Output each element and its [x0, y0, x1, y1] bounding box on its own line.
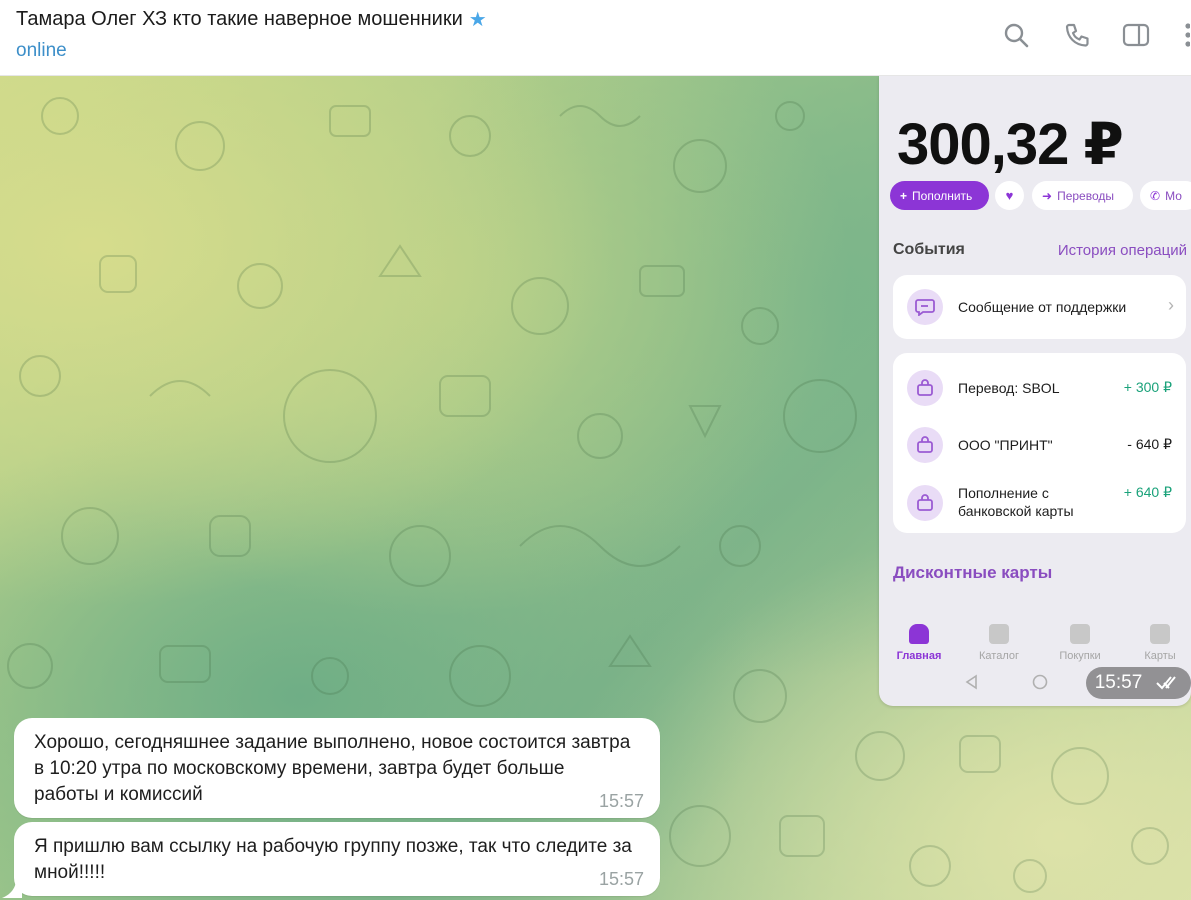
transaction-amount: + 300 ₽ — [1123, 379, 1172, 395]
message-bubble[interactable]: Хорошо, сегодняшнее задание выполнено, н… — [14, 718, 660, 818]
message-text: Хорошо, сегодняшнее задание выполнено, н… — [34, 732, 631, 805]
mobile-label: Мо — [1165, 188, 1182, 203]
bank-app-screenshot[interactable]: 300,32 ₽ + Пополнить ♥ ➜ Переводы ✆ Мо С… — [879, 76, 1191, 706]
tab-home[interactable]: Главная — [880, 624, 958, 662]
top-up-button[interactable]: + Пополнить — [890, 181, 989, 210]
bag-icon — [907, 427, 943, 463]
chevron-right-icon: › — [1168, 295, 1174, 315]
favorites-button[interactable]: ♥ — [995, 181, 1024, 210]
purchases-icon — [1070, 624, 1090, 644]
image-timestamp: 15:57 — [1086, 667, 1191, 699]
events-title: События — [893, 241, 965, 258]
tab-catalog-label: Каталог — [979, 650, 1019, 662]
tab-purchases[interactable]: Покупки — [1041, 624, 1119, 662]
support-message-label: Сообщение от поддержки — [958, 299, 1127, 315]
sidebar-toggle-icon[interactable] — [1121, 20, 1151, 50]
chat-header: Тамара Олег ХЗ кто такие наверное мошенн… — [0, 0, 1191, 76]
double-check-icon — [1156, 676, 1177, 690]
transaction-label[interactable]: Пополнение с банковской карты — [958, 484, 1108, 520]
message-time: 15:57 — [598, 791, 644, 811]
message-bubble[interactable]: Я пришлю вам ссылку на рабочую группу по… — [14, 822, 660, 896]
chat-status: online — [16, 40, 67, 61]
tab-cards-label: Карты — [1144, 650, 1176, 662]
plus-icon: + — [900, 188, 908, 203]
bubble-tail — [2, 880, 22, 898]
heart-icon: ♥ — [1005, 188, 1014, 203]
history-link[interactable]: История операций — [1058, 242, 1187, 259]
tab-purchases-label: Покупки — [1059, 650, 1101, 662]
message-text: Я пришлю вам ссылку на рабочую группу по… — [34, 836, 632, 883]
transaction-label[interactable]: ООО "ПРИНТ" — [958, 436, 1053, 454]
chat-title[interactable]: Тамара Олег ХЗ кто такие наверное мошенн… — [16, 8, 487, 31]
chat-title-text: Тамара Олег ХЗ кто такие наверное мошенн… — [16, 8, 463, 30]
transaction-amount: + 640 ₽ — [1123, 484, 1172, 500]
transfers-button[interactable]: ➜ Переводы — [1032, 181, 1133, 210]
cards-icon — [1150, 624, 1170, 644]
tab-cards[interactable]: Карты — [1121, 624, 1191, 662]
bag-icon — [907, 370, 943, 406]
chat-background: 300,32 ₽ + Пополнить ♥ ➜ Переводы ✆ Мо С… — [0, 76, 1191, 900]
arrow-right-icon: ➜ — [1042, 188, 1053, 203]
transaction-amount: - 640 ₽ — [1127, 436, 1172, 452]
chat-bubble-icon — [907, 289, 943, 325]
transaction-label[interactable]: Перевод: SBOL — [958, 379, 1059, 397]
home-circle-icon — [1032, 674, 1048, 690]
back-icon — [965, 674, 977, 690]
message-time: 15:57 — [598, 869, 644, 889]
bag-icon — [907, 485, 943, 521]
mobile-button[interactable]: ✆ Мо — [1140, 181, 1191, 210]
top-up-label: Пополнить — [912, 188, 973, 203]
transfers-label: Переводы — [1057, 188, 1114, 203]
more-icon[interactable] — [1178, 20, 1191, 50]
search-icon[interactable] — [1001, 20, 1031, 50]
phone-icon[interactable] — [1062, 20, 1092, 50]
tab-home-label: Главная — [896, 650, 942, 662]
discount-cards-title[interactable]: Дисконтные карты — [893, 563, 1052, 583]
phone-icon: ✆ — [1150, 188, 1161, 203]
support-message-card[interactable]: Сообщение от поддержки › — [893, 275, 1186, 339]
tab-catalog[interactable]: Каталог — [960, 624, 1038, 662]
catalog-icon — [989, 624, 1009, 644]
balance-amount: 300,32 ₽ — [897, 112, 1124, 177]
home-icon — [909, 624, 929, 644]
image-time-text: 15:57 — [1094, 672, 1143, 693]
transactions-card: Перевод: SBOL + 300 ₽ ООО "ПРИНТ" - 640 … — [893, 353, 1186, 533]
star-icon: ★ — [468, 8, 487, 31]
